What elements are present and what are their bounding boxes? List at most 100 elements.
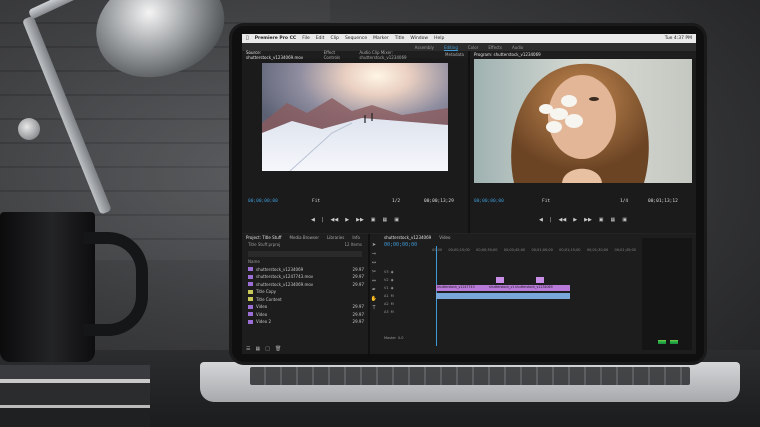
tab-program[interactable]: Program: shutterstock_v1234069 [474, 52, 541, 57]
track-label-a1[interactable]: A1 [384, 294, 389, 298]
trash-icon[interactable]: 🗑 [275, 346, 281, 352]
new-item-icon[interactable]: □ [265, 346, 270, 352]
eye-icon[interactable]: ◉ [391, 270, 394, 274]
insert-icon[interactable]: ▣ [371, 217, 376, 223]
track-label-a2[interactable]: A2 [384, 302, 389, 306]
mute-icon[interactable]: M [391, 294, 394, 298]
project-item[interactable]: shutterstock_v1247743.mov 29.97 [242, 273, 368, 281]
menu-help[interactable]: Help [434, 36, 444, 41]
column-name-header[interactable]: Name [248, 259, 260, 264]
video-clip[interactable]: shutterstock_v1234069 [514, 284, 570, 291]
play-icon[interactable]: ▶ [345, 217, 349, 223]
tab-libraries[interactable]: Libraries [327, 235, 344, 240]
menu-edit[interactable]: Edit [316, 36, 325, 41]
tab-media-browser[interactable]: Media Browser [290, 235, 320, 240]
title-clip[interactable] [496, 276, 504, 283]
label-color-swatch[interactable] [248, 297, 253, 302]
play-icon[interactable]: ▶ [573, 217, 577, 223]
step-forward-icon[interactable]: ▶▶ [356, 217, 364, 223]
mute-icon[interactable]: M [391, 310, 394, 314]
master-level[interactable]: 0.0 [398, 336, 404, 340]
label-color-swatch[interactable] [248, 289, 253, 294]
app-name[interactable]: Premiere Pro CC [255, 36, 296, 41]
source-scale-select[interactable]: 1/2 [392, 199, 400, 204]
pen-tool-icon[interactable]: ✒ [372, 287, 376, 293]
tab-info[interactable]: Info [352, 235, 360, 240]
track-label-v1[interactable]: V1 [384, 286, 389, 290]
menu-title[interactable]: Title [395, 36, 405, 41]
step-back-icon[interactable]: ◀◀ [559, 217, 567, 223]
time-ruler[interactable]: 00;00 00;00;15;00 00;00;30;00 00;00;45;0… [432, 248, 636, 254]
tab-sequence[interactable]: shutterstock_v1234069 [384, 235, 431, 240]
timeline-timecode[interactable]: 00;00;00;00 [384, 242, 417, 248]
tab-project[interactable]: Project: Title Stuff [246, 235, 282, 240]
apple-icon[interactable]:  [246, 36, 249, 41]
project-item[interactable]: Title Copy [242, 288, 368, 296]
ripple-edit-icon[interactable]: ↔ [372, 260, 376, 266]
type-tool-icon[interactable]: T [372, 305, 375, 311]
track-label-v3[interactable]: V3 [384, 270, 389, 274]
tab-video-sequence[interactable]: Video [439, 235, 450, 240]
menu-file[interactable]: File [302, 36, 310, 41]
program-timecode-in[interactable]: 00;00;00;00 [474, 199, 504, 204]
tab-effect-controls[interactable]: Effect Controls [324, 50, 352, 60]
mark-out-icon[interactable]: | [550, 217, 552, 223]
label-color-swatch[interactable] [248, 267, 253, 272]
icon-view-icon[interactable]: ▦ [255, 346, 260, 352]
track-label-master[interactable]: Master [384, 336, 396, 340]
eye-icon[interactable]: ◉ [391, 278, 394, 282]
eye-icon[interactable]: ◉ [391, 286, 394, 290]
project-item[interactable]: Video 29.97 [242, 303, 368, 311]
project-item[interactable]: shutterstock_v1234069.mov 29.97 [242, 281, 368, 289]
source-video-frame[interactable] [262, 63, 448, 171]
source-timecode-in[interactable]: 00;00;00;00 [248, 199, 278, 204]
extract-icon[interactable]: ▦ [611, 217, 616, 223]
slip-tool-icon[interactable]: ⇔ [372, 278, 376, 284]
step-back-icon[interactable]: ◀◀ [331, 217, 339, 223]
track-label-v2[interactable]: V2 [384, 278, 389, 282]
project-item[interactable]: Title Content [242, 296, 368, 304]
program-fit-select[interactable]: Fit [542, 199, 550, 204]
tab-source[interactable]: Source: shutterstock_v1234069.mov [246, 50, 316, 60]
overwrite-icon[interactable]: ▦ [383, 217, 388, 223]
label-color-swatch[interactable] [248, 312, 253, 317]
project-item[interactable]: Video 29.97 [242, 311, 368, 319]
lift-icon[interactable]: ▣ [599, 217, 604, 223]
mark-in-icon[interactable]: ◀ [539, 217, 543, 223]
menubar-clock[interactable]: Tue 4:37 PM [665, 36, 692, 41]
title-clip[interactable] [536, 276, 544, 283]
video-clip[interactable]: shutterstock_v1247743 [488, 284, 514, 291]
export-frame-icon[interactable]: ▣ [622, 217, 627, 223]
selection-tool-icon[interactable]: ➤ [372, 242, 376, 248]
track-label-a3[interactable]: A3 [384, 310, 389, 314]
project-item[interactable]: Video 2 29.97 [242, 318, 368, 326]
track-select-icon[interactable]: ⇒ [372, 251, 376, 257]
menu-clip[interactable]: Clip [330, 36, 339, 41]
razor-tool-icon[interactable]: ✂ [372, 269, 376, 275]
step-forward-icon[interactable]: ▶▶ [584, 217, 592, 223]
workspace-color[interactable]: Color [468, 45, 478, 50]
workspace-editing[interactable]: Editing [444, 45, 458, 50]
tab-audio-clip-mixer[interactable]: Audio Clip Mixer: shutterstock_v1234069 [359, 50, 437, 60]
source-fit-select[interactable]: Fit [312, 199, 320, 204]
label-color-swatch[interactable] [248, 274, 253, 279]
workspace-audio[interactable]: Audio [512, 45, 523, 50]
mark-in-icon[interactable]: ◀ [311, 217, 315, 223]
camera-icon[interactable]: ▣ [394, 217, 399, 223]
menu-sequence[interactable]: Sequence [345, 36, 367, 41]
hand-tool-icon[interactable]: ✋ [371, 296, 377, 302]
mute-icon[interactable]: M [391, 302, 394, 306]
workspace-effects[interactable]: Effects [488, 45, 502, 50]
label-color-swatch[interactable] [248, 282, 253, 287]
menu-window[interactable]: Window [410, 36, 428, 41]
program-video-frame[interactable] [474, 59, 692, 183]
program-scale-select[interactable]: 1/4 [620, 199, 628, 204]
menu-marker[interactable]: Marker [373, 36, 389, 41]
mark-out-icon[interactable]: | [322, 217, 324, 223]
project-item[interactable]: shutterstock_v1234069 29.97 [242, 266, 368, 274]
tab-metadata[interactable]: Metadata [445, 52, 464, 57]
label-color-swatch[interactable] [248, 319, 253, 324]
list-view-icon[interactable]: ☰ [246, 346, 250, 352]
project-search-input[interactable] [248, 251, 362, 257]
video-clip[interactable]: shutterstock_v1247743 [436, 284, 488, 291]
